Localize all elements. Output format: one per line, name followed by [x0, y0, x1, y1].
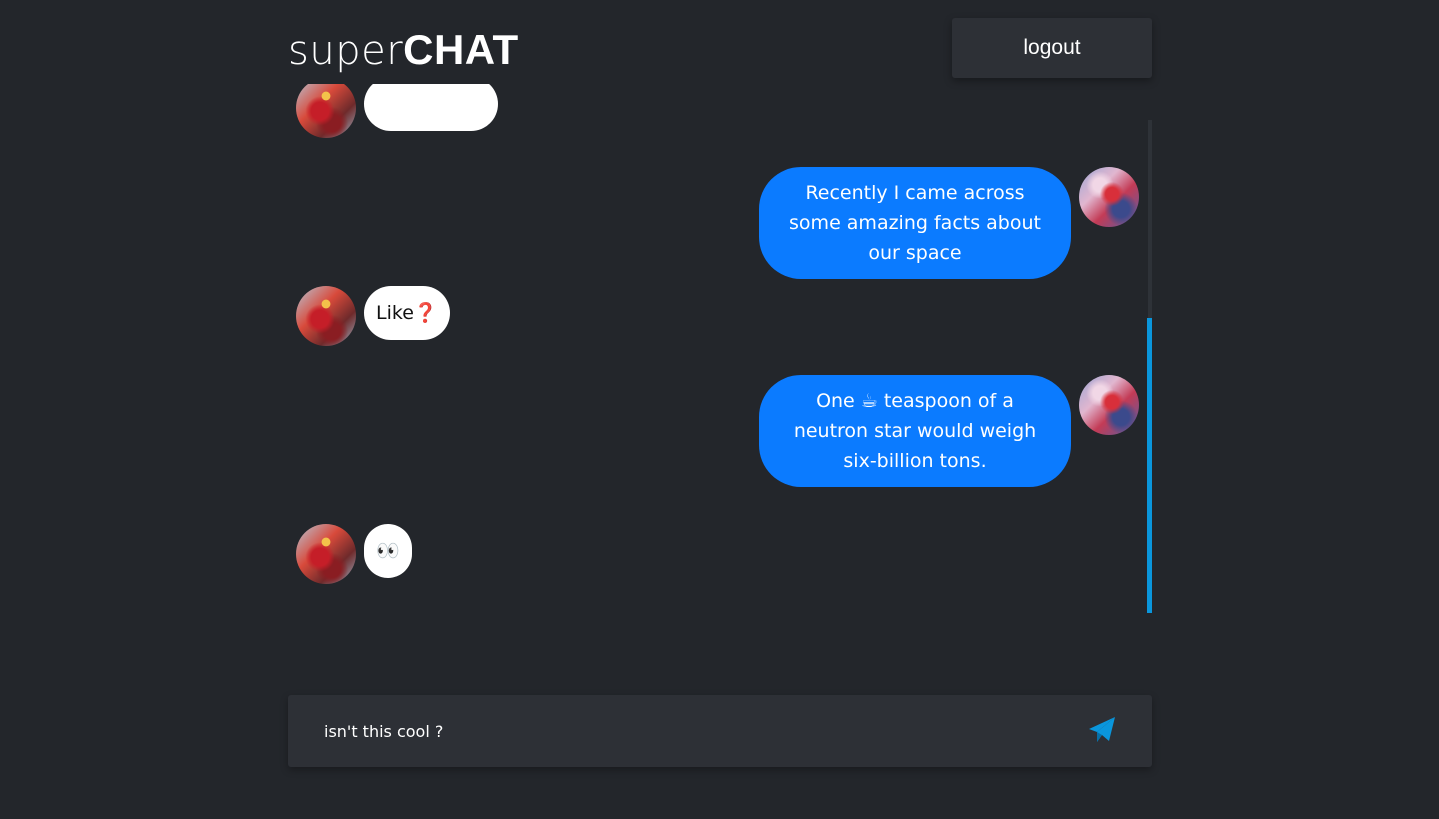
harley-avatar [1079, 167, 1139, 227]
message-input[interactable] [324, 713, 1064, 749]
message-bubble-sent: Recently I came across some amazing fact… [759, 167, 1071, 279]
send-button[interactable] [1082, 711, 1122, 751]
message-bubble-received [364, 84, 498, 131]
chat-scrollbar-thumb[interactable] [1147, 318, 1152, 613]
logo-light-text: super [288, 28, 404, 74]
chat-app: superCHAT logout Recently I came across … [0, 0, 1439, 819]
message-list[interactable]: Recently I came across some amazing fact… [288, 84, 1154, 614]
logout-button[interactable]: logout [952, 18, 1152, 78]
harley-avatar [1079, 375, 1139, 435]
logo-bold-text: CHAT [403, 26, 519, 73]
ironman-avatar [296, 524, 356, 584]
message-bubble-received: Like❓ [364, 286, 450, 340]
app-logo: superCHAT [288, 26, 519, 75]
ironman-avatar [296, 286, 356, 346]
message-bubble-sent: One ☕ teaspoon of a neutron star would w… [759, 375, 1071, 487]
message-composer [288, 695, 1152, 767]
message-bubble-received: 👀 [364, 524, 412, 578]
paper-plane-icon [1089, 716, 1115, 742]
ironman-avatar [296, 84, 356, 138]
